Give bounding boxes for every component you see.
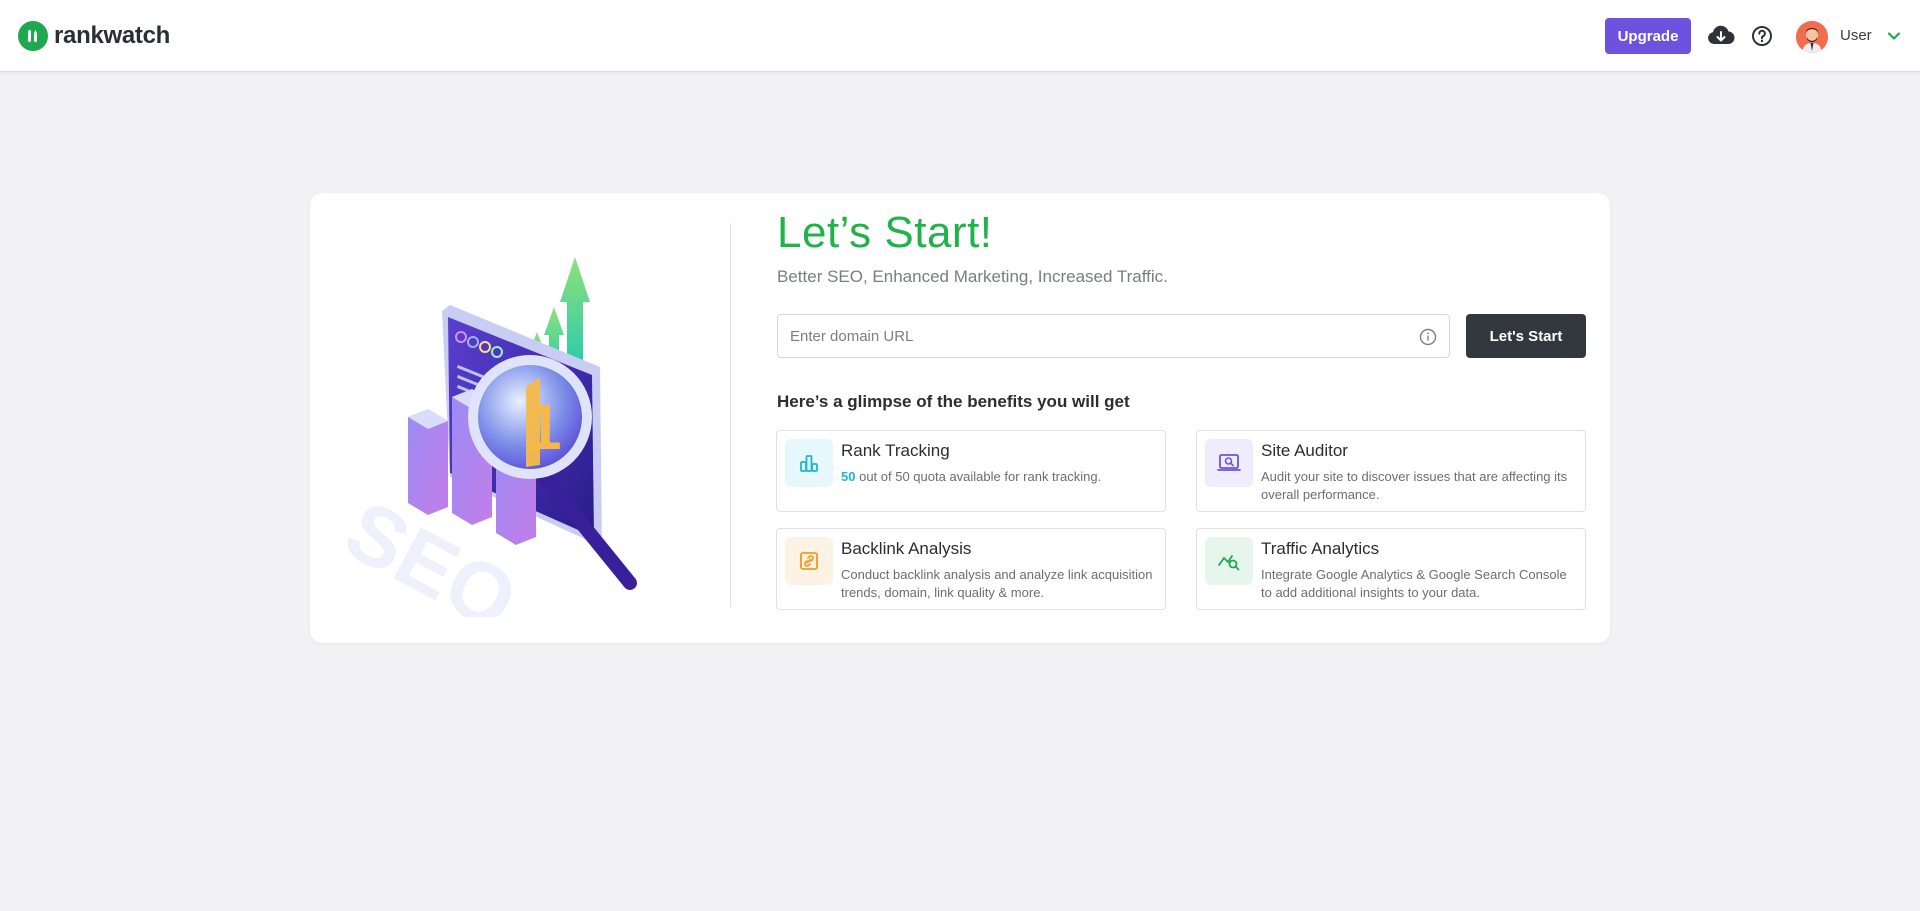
benefit-desc: Integrate Google Analytics & Google Sear… [1261,567,1567,600]
user-name[interactable]: User [1840,27,1872,44]
laptop-search-icon [1205,439,1253,487]
chevron-down-icon[interactable] [1886,28,1902,44]
avatar[interactable] [1796,21,1828,53]
benefit-title: Traffic Analytics [1261,539,1380,558]
benefit-traffic-analytics[interactable]: Traffic Analytics Integrate Google Analy… [1196,528,1586,610]
quota-count: 50 [841,469,856,484]
benefit-desc: Audit your site to discover issues that … [1261,469,1568,502]
upgrade-button[interactable]: Upgrade [1605,18,1691,54]
page-subtitle: Better SEO, Enhanced Marketing, Increase… [777,267,1168,286]
vertical-divider [730,223,731,607]
domain-url-field[interactable] [777,314,1450,358]
benefit-rank-tracking[interactable]: Rank Tracking 50 out of 50 quota availab… [776,430,1166,512]
domain-url-input[interactable] [790,315,1410,357]
info-icon[interactable] [1419,328,1437,346]
benefit-title: Backlink Analysis [841,539,972,558]
benefit-desc: Conduct backlink analysis and analyze li… [841,567,1153,600]
benefit-title: Site Auditor [1261,441,1348,460]
link-icon [785,537,833,585]
benefit-backlink-analysis[interactable]: Backlink Analysis Conduct backlink analy… [776,528,1166,610]
benefit-title: Rank Tracking [841,441,950,460]
traffic-search-icon [1205,537,1253,585]
brand-name: rankwatch [54,22,171,49]
seo-illustration: SEO 1 [331,257,637,617]
benefit-desc: 50 out of 50 quota available for rank tr… [841,469,1102,484]
cloud-download-icon[interactable] [1707,22,1735,50]
top-navbar: rankwatch Upgrade User [0,0,1920,72]
rankwatch-logo-icon [18,21,48,51]
onboarding-card: SEO 1 Let’s Start! Better SEO, Enhanced … [310,193,1610,643]
bar-chart-icon [785,439,833,487]
page-title: Let’s Start! [777,208,993,257]
rank-one-badge: 1 [526,391,562,463]
help-icon[interactable] [1748,22,1776,50]
benefits-heading: Here’s a glimpse of the benefits you wil… [777,392,1130,411]
brand-logo[interactable]: rankwatch [18,21,170,51]
lets-start-button[interactable]: Let's Start [1466,314,1586,358]
benefit-site-auditor[interactable]: Site Auditor Audit your site to discover… [1196,430,1586,512]
